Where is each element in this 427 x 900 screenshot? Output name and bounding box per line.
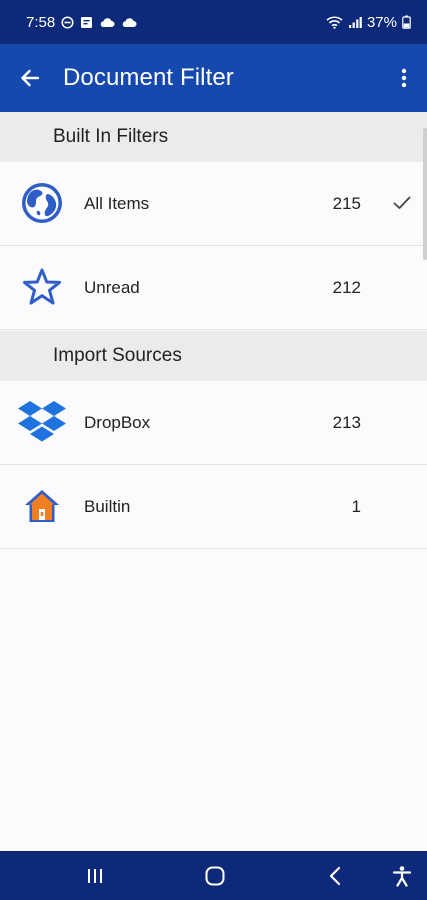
home-button[interactable] [190,851,240,900]
source-label: Builtin [84,497,131,516]
house-icon [16,482,68,530]
globe-icon [16,179,68,227]
recent-apps-button[interactable] [70,851,120,900]
dropbox-icon [16,398,68,446]
section-title: Import Sources [53,345,182,366]
nav-back-button[interactable] [310,851,360,900]
status-time: 7:58 [26,13,56,31]
scrollbar[interactable] [423,128,427,260]
status-right: 37% [326,0,411,44]
item-count: 1 [351,497,361,516]
source-label: DropBox [84,413,151,432]
wifi-icon [326,15,343,29]
overflow-menu-button[interactable] [389,58,419,98]
section-header-import-sources: Import Sources [0,331,427,381]
star-icon [16,263,68,311]
app-bar: Document Filter [0,44,427,112]
checkmark-icon [389,189,415,217]
filter-label: Unread [84,278,140,297]
page-title: Document Filter [63,64,234,91]
back-icon [329,866,341,885]
source-row-dropbox[interactable]: DropBox 213 [0,381,427,465]
notification-icon [80,16,93,29]
filter-row-unread[interactable]: Unread 212 [0,246,427,330]
section-header-built-in-filters: Built In Filters [0,112,427,162]
status-left: 7:58 [26,0,137,44]
item-count: 213 [332,413,361,432]
source-row-builtin[interactable]: Builtin 1 [0,465,427,549]
arrow-left-icon [21,69,40,87]
accessibility-button[interactable] [377,851,427,900]
item-count: 212 [332,278,361,297]
back-button[interactable] [12,58,48,98]
home-icon [205,866,225,885]
filter-row-all-items[interactable]: All Items 215 [0,162,427,246]
recent-apps-icon [88,868,102,883]
status-bar: 7:58 37% [0,0,427,44]
signal-icon [348,16,362,29]
minus-circle-icon [61,15,74,29]
system-nav-bar [0,851,427,900]
battery-icon [402,15,411,29]
cloud-icon [121,17,137,28]
section-title: Built In Filters [53,126,169,147]
accessibility-icon [392,865,412,887]
cloud-icon [99,17,115,28]
item-count: 215 [332,194,361,213]
filter-label: All Items [84,194,150,213]
battery-percent: 37% [366,13,397,31]
more-vertical-icon [401,68,407,88]
